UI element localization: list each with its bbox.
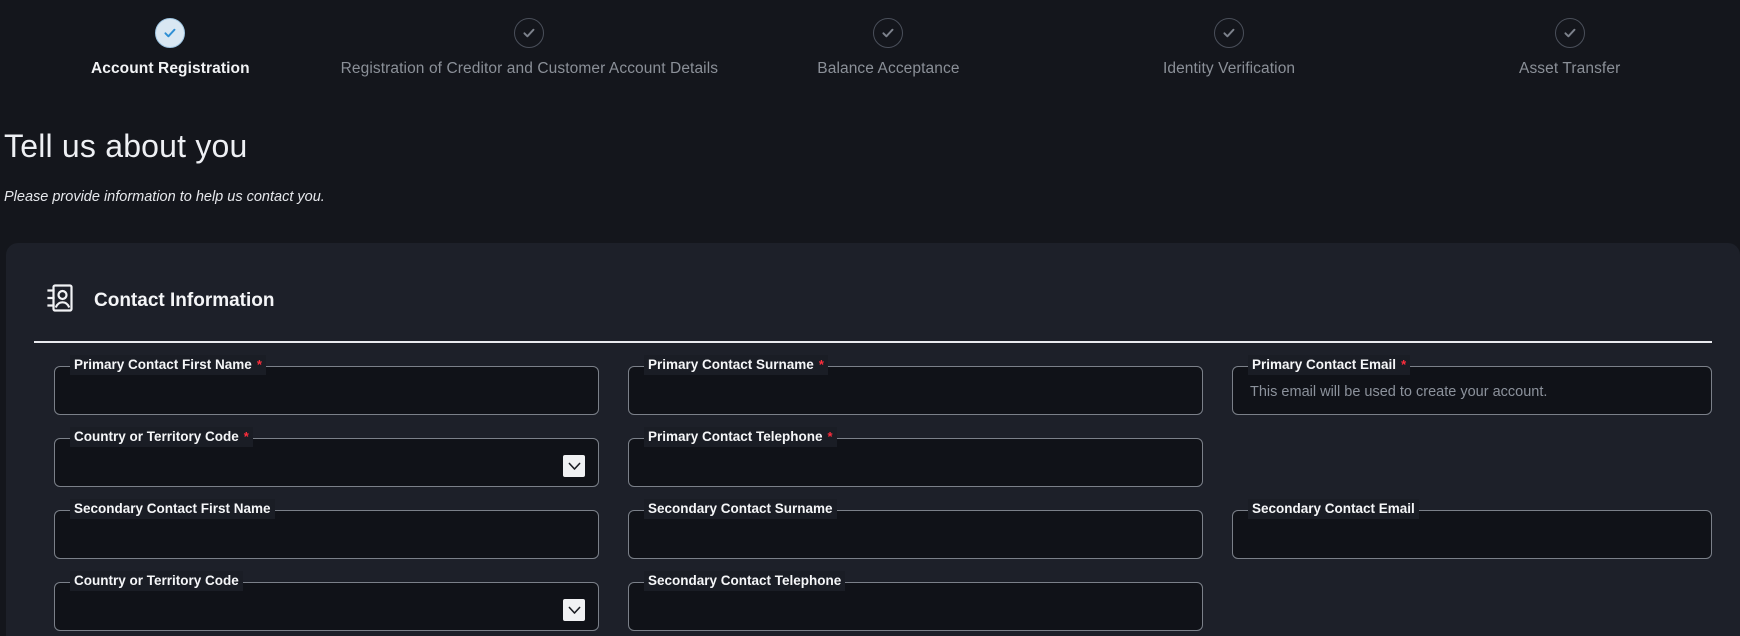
field-secondary-contact-first-name-6: Secondary Contact First Name bbox=[54, 499, 599, 559]
field-label-text: Primary Contact First Name bbox=[74, 357, 252, 372]
field-label: Secondary Contact Surname bbox=[644, 499, 837, 519]
stepper-step-2[interactable]: Balance Acceptance bbox=[718, 18, 1059, 78]
check-icon bbox=[1214, 18, 1244, 48]
field-label-text: Secondary Contact Surname bbox=[648, 501, 833, 516]
stepper-step-3[interactable]: Identity Verification bbox=[1059, 18, 1400, 78]
progress-stepper: Account Registration Registration of Cred… bbox=[0, 0, 1740, 100]
contact-book-icon bbox=[46, 283, 74, 318]
card-header: Contact Information bbox=[30, 269, 1716, 318]
field-label: Secondary Contact First Name bbox=[70, 499, 275, 519]
field-label: Primary Contact First Name* bbox=[70, 355, 266, 375]
field-country-or-territory-code-9: Country or Territory Code bbox=[54, 571, 599, 631]
stepper-step-label: Account Registration bbox=[91, 60, 250, 78]
check-icon bbox=[1555, 18, 1585, 48]
field-label: Primary Contact Surname* bbox=[644, 355, 828, 375]
required-asterisk: * bbox=[1396, 357, 1406, 372]
contact-information-card: Contact Information Primary Contact Firs… bbox=[6, 243, 1740, 636]
field-primary-contact-email-2: Primary Contact Email* This email will be… bbox=[1232, 355, 1712, 415]
check-icon bbox=[873, 18, 903, 48]
field-label: Secondary Contact Telephone bbox=[644, 571, 845, 591]
field-label-text: Country or Territory Code bbox=[74, 573, 239, 588]
field-label-text: Country or Territory Code bbox=[74, 429, 239, 444]
chevron-down-icon[interactable] bbox=[563, 599, 585, 621]
field-label-text: Primary Contact Email bbox=[1252, 357, 1396, 372]
card-title: Contact Information bbox=[94, 290, 275, 312]
field-label-text: Primary Contact Surname bbox=[648, 357, 814, 372]
required-asterisk: * bbox=[814, 357, 824, 372]
check-icon bbox=[155, 18, 185, 48]
page-title: Tell us about you bbox=[0, 100, 1740, 165]
field-label: Primary Contact Telephone* bbox=[644, 427, 837, 447]
stepper-step-label: Identity Verification bbox=[1163, 60, 1295, 78]
field-label: Country or Territory Code bbox=[70, 571, 243, 591]
form-spacer bbox=[1232, 571, 1712, 631]
field-label: Country or Territory Code* bbox=[70, 427, 253, 447]
stepper-step-label: Registration of Creditor and Customer Ac… bbox=[341, 60, 718, 78]
field-secondary-contact-email-8: Secondary Contact Email bbox=[1232, 499, 1712, 559]
check-icon bbox=[514, 18, 544, 48]
field-label-text: Secondary Contact First Name bbox=[74, 501, 271, 516]
field-primary-contact-surname-1: Primary Contact Surname* bbox=[628, 355, 1203, 415]
contact-form-grid: Primary Contact First Name*Primary Conta… bbox=[30, 343, 1716, 631]
field-label: Primary Contact Email* bbox=[1248, 355, 1410, 375]
field-secondary-contact-telephone-10: Secondary Contact Telephone bbox=[628, 571, 1203, 631]
required-asterisk: * bbox=[239, 429, 249, 444]
field-label-text: Primary Contact Telephone bbox=[648, 429, 823, 444]
registration-page: Account Registration Registration of Cred… bbox=[0, 0, 1740, 636]
stepper-step-0[interactable]: Account Registration bbox=[0, 18, 341, 78]
stepper-step-4[interactable]: Asset Transfer bbox=[1399, 18, 1740, 78]
field-label-text: Secondary Contact Email bbox=[1252, 501, 1415, 516]
field-primary-contact-first-name-0: Primary Contact First Name* bbox=[54, 355, 599, 415]
field-primary-contact-telephone-4: Primary Contact Telephone* bbox=[628, 427, 1203, 487]
stepper-step-label: Asset Transfer bbox=[1519, 60, 1620, 78]
field-label-text: Secondary Contact Telephone bbox=[648, 573, 841, 588]
required-asterisk: * bbox=[252, 357, 262, 372]
stepper-step-label: Balance Acceptance bbox=[817, 60, 959, 78]
required-asterisk: * bbox=[823, 429, 833, 444]
stepper-step-1[interactable]: Registration of Creditor and Customer Ac… bbox=[341, 18, 718, 78]
field-secondary-contact-surname-7: Secondary Contact Surname bbox=[628, 499, 1203, 559]
page-subtitle: Please provide information to help us co… bbox=[0, 165, 1740, 205]
chevron-down-icon[interactable] bbox=[563, 455, 585, 477]
field-placeholder: This email will be used to create your a… bbox=[1250, 384, 1547, 400]
form-spacer bbox=[1232, 427, 1712, 487]
field-country-or-territory-code-3: Country or Territory Code* bbox=[54, 427, 599, 487]
field-label: Secondary Contact Email bbox=[1248, 499, 1419, 519]
